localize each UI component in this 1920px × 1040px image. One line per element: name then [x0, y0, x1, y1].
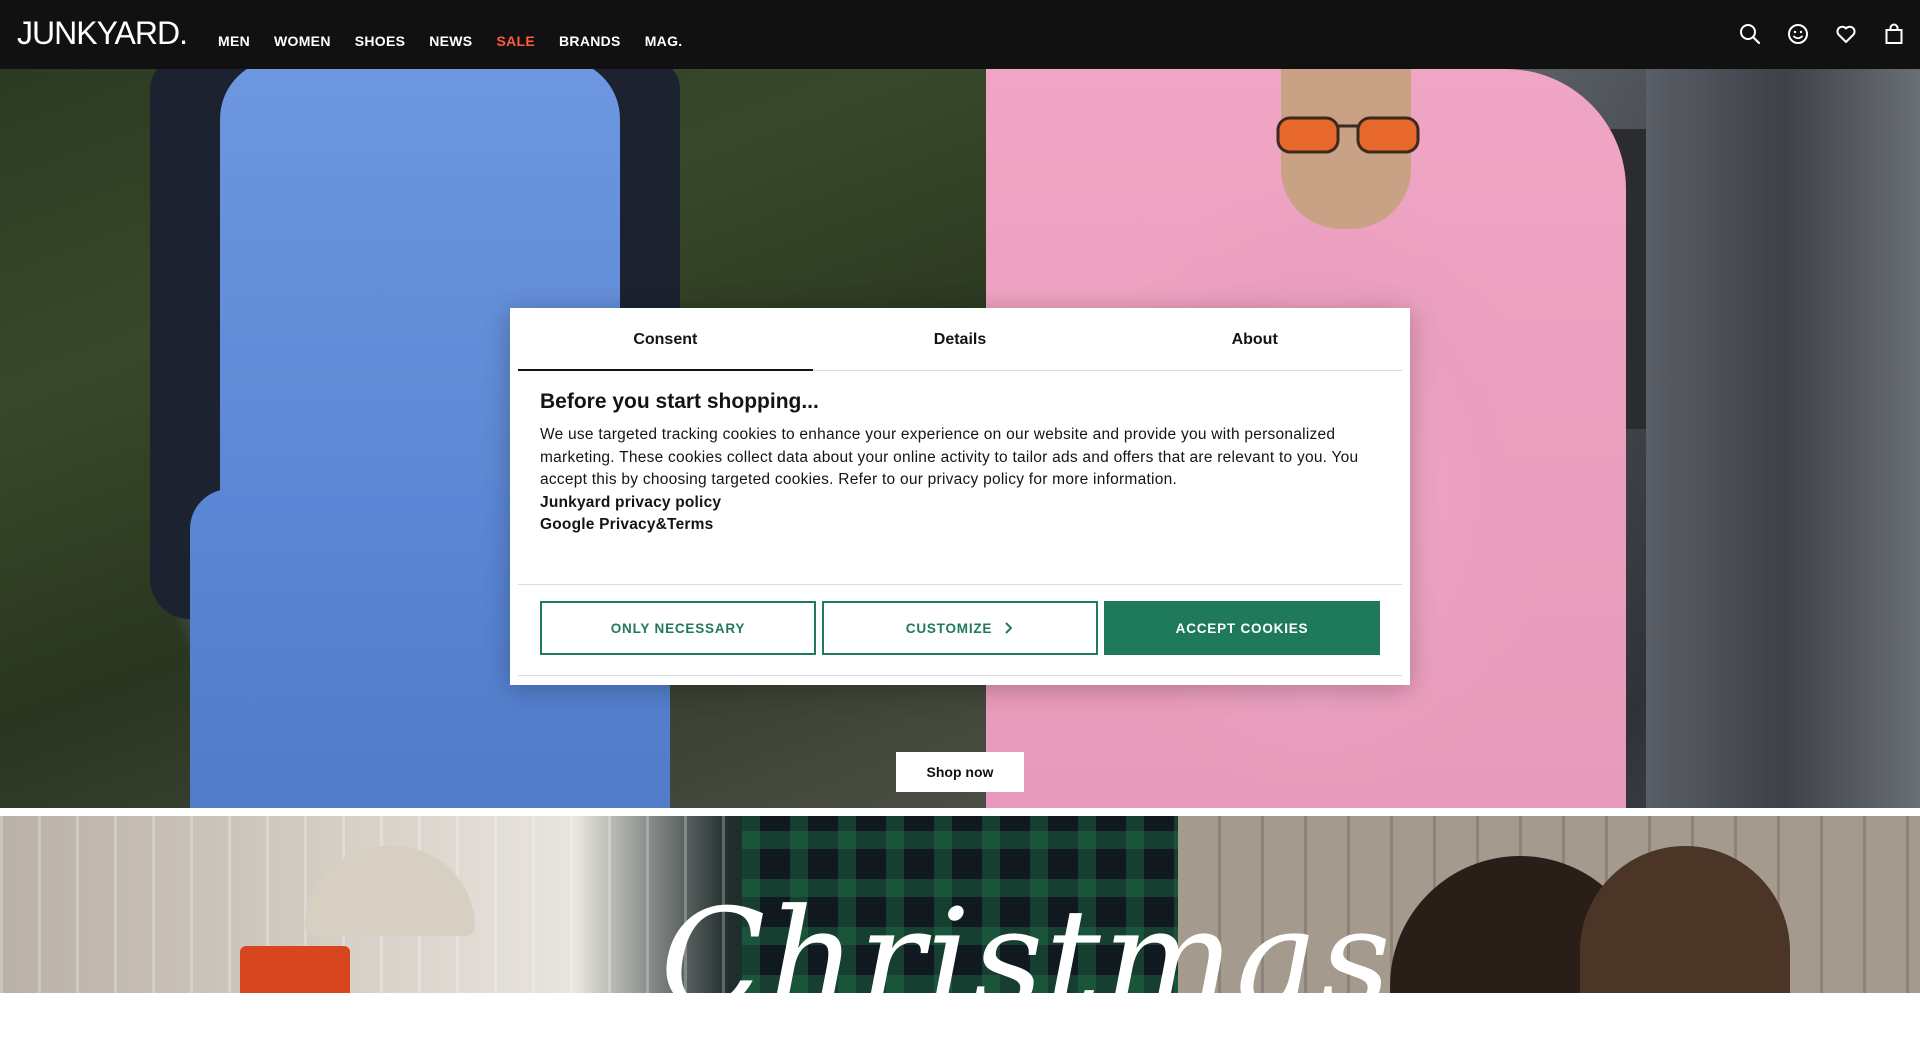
car-door [1646, 69, 1920, 808]
customize-button[interactable]: CUSTOMIZE [822, 601, 1098, 655]
consent-body: Before you start shopping... We use targ… [540, 390, 1380, 537]
junkyard-logo[interactable]: JUNKYARD. [17, 14, 188, 52]
account-icon[interactable] [1786, 22, 1810, 46]
wishlist-icon[interactable] [1834, 22, 1858, 46]
nav-shoes[interactable]: SHOES [355, 33, 406, 49]
customize-label: CUSTOMIZE [905, 620, 993, 636]
nav-news[interactable]: NEWS [429, 33, 472, 49]
nav-women[interactable]: WOMEN [274, 33, 331, 49]
nav-men[interactable]: MEN [218, 33, 250, 49]
stove [240, 946, 350, 993]
sunglasses [1276, 116, 1420, 154]
tab-details[interactable]: Details [813, 308, 1108, 370]
divider [518, 584, 1402, 585]
only-necessary-button[interactable]: ONLY NECESSARY [540, 601, 816, 655]
accept-cookies-label: ACCEPT COOKIES [1175, 620, 1309, 636]
google-privacy-link[interactable]: Google Privacy&Terms [540, 514, 1380, 537]
nav-brands[interactable]: BRANDS [559, 33, 621, 49]
search-icon[interactable] [1738, 22, 1762, 46]
main-nav: MEN WOMEN SHOES NEWS SALE BRANDS MAG. [218, 33, 706, 49]
only-necessary-label: ONLY NECESSARY [610, 620, 746, 636]
accept-cookies-button[interactable]: ACCEPT COOKIES [1104, 601, 1380, 655]
cookie-consent-dialog: Consent Details About Before you start s… [510, 308, 1410, 685]
consent-title: Before you start shopping... [540, 390, 819, 413]
shop-now-button[interactable]: Shop now [896, 752, 1024, 792]
christmas-title: Christmas [660, 879, 1393, 1040]
site-header: JUNKYARD. MEN WOMEN SHOES NEWS SALE BRAN… [0, 0, 1920, 69]
header-icons [1738, 22, 1906, 46]
tab-consent[interactable]: Consent [518, 308, 813, 371]
nav-mag[interactable]: MAG. [645, 33, 683, 49]
junkyard-privacy-link[interactable]: Junkyard privacy policy [540, 492, 1380, 515]
tab-about[interactable]: About [1107, 308, 1402, 370]
divider [518, 675, 1402, 676]
consent-text: We use targeted tracking cookies to enha… [540, 426, 1359, 488]
chevron-right-icon [1005, 622, 1013, 634]
nav-sale[interactable]: SALE [496, 33, 535, 49]
cart-icon[interactable] [1882, 22, 1906, 46]
consent-tabs: Consent Details About [518, 308, 1402, 371]
